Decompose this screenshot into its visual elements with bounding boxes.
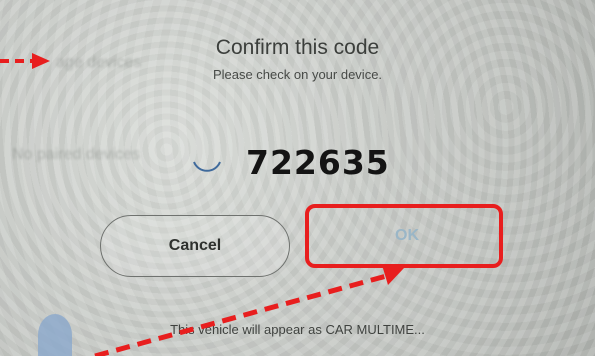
dialog-title: Confirm this code [215, 36, 380, 59]
annotation-highlight-box [305, 204, 503, 268]
cancel-button[interactable]: Cancel [100, 215, 290, 277]
dialog-footer-text: This vehicle will appear as CAR MULTIME.… [170, 322, 425, 337]
pairing-code: 722635 [246, 143, 390, 182]
spinner-icon [193, 161, 221, 172]
dialog-subtitle: Please check on your device. [212, 67, 383, 82]
confirm-code-dialog: Confirm this code Please check on your d… [0, 0, 595, 356]
